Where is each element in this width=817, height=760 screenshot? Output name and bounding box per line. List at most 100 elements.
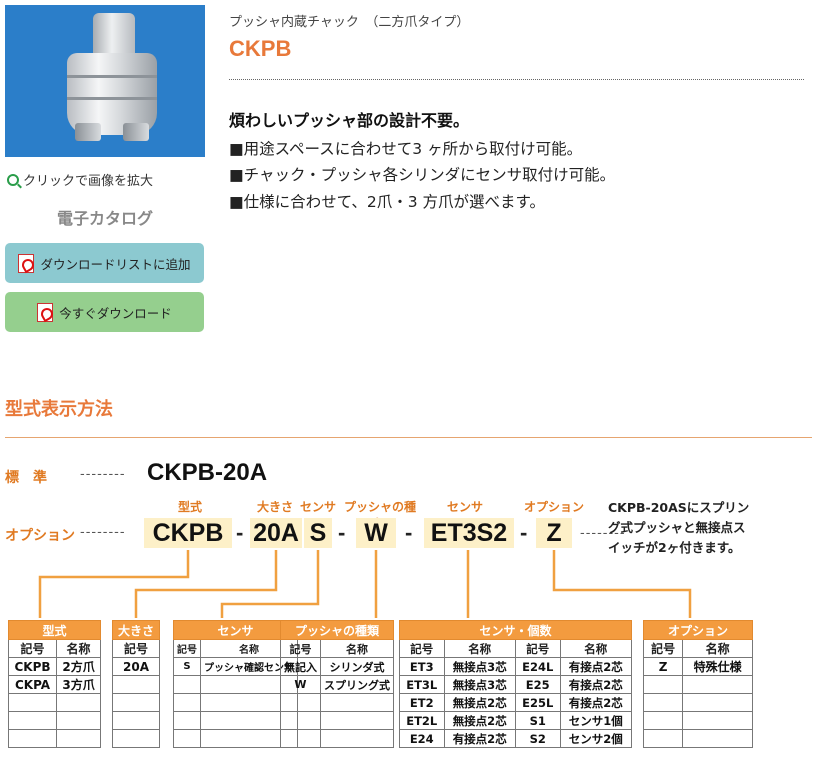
code-cell <box>7 693 58 712</box>
name-cell: スプリング式 <box>320 675 394 694</box>
col-code: 記号 <box>399 639 445 658</box>
name-cell: 3方爪 <box>56 675 101 694</box>
code-cell <box>642 711 684 730</box>
table-row: ET2 無接点2芯 E25L 有接点2芯 <box>399 693 633 712</box>
pusher-table: プッシャの種類 記号 名称 無記入 シリンダ式 W スプリング式 <box>280 620 394 748</box>
code-cell: 20A <box>112 657 160 676</box>
code-cell <box>642 729 684 748</box>
name-cell: 無接点2芯 <box>443 693 516 712</box>
sensor-qty-table: センサ・個数 記号 名称 記号 名称 ET3 無接点3芯 E24L 有接点2芯 ET3L 無接… <box>399 620 633 748</box>
name-cell <box>320 711 394 730</box>
table-row <box>7 711 101 730</box>
table-row: W スプリング式 <box>280 675 394 694</box>
name-cell <box>682 693 753 712</box>
col-name: 名称 <box>559 639 633 658</box>
table-row <box>642 729 753 748</box>
code-cell: E24L <box>514 657 561 676</box>
code-cell <box>642 693 684 712</box>
code-cell <box>112 711 160 730</box>
name-cell <box>320 729 394 748</box>
table-title: 大きさ <box>112 620 160 640</box>
code-cell: S1 <box>514 711 561 730</box>
table-row <box>173 693 298 712</box>
col-name: 名称 <box>320 639 394 658</box>
name-cell: 無接点3芯 <box>443 657 516 676</box>
code-cell <box>112 675 160 694</box>
code-cell: ET3L <box>399 675 445 694</box>
table-title: プッシャの種類 <box>280 620 394 640</box>
table-row: 無記入 シリンダ式 <box>280 657 394 676</box>
table-row: CKPB 2方爪 <box>7 657 101 676</box>
table-title: 型式 <box>8 620 101 640</box>
table-row: CKPA 3方爪 <box>7 675 101 694</box>
name-cell <box>320 693 394 712</box>
connector-sensor <box>220 550 320 618</box>
table-row: ET3L 無接点3芯 E25 有接点2芯 <box>399 675 633 694</box>
name-cell: 無接点3芯 <box>443 675 516 694</box>
table-row <box>173 675 298 694</box>
name-cell: 有接点2芯 <box>559 693 633 712</box>
code-cell <box>173 675 201 694</box>
table-title: オプション <box>643 620 753 640</box>
code-cell: Z <box>642 657 684 676</box>
code-cell: S2 <box>514 729 561 748</box>
table-row <box>7 693 101 712</box>
code-cell: E25L <box>514 693 561 712</box>
code-cell: W <box>280 675 321 694</box>
code-cell <box>173 711 201 730</box>
code-cell: ET2L <box>399 711 445 730</box>
table-row: E24 有接点2芯 S2 センサ2個 <box>399 729 633 748</box>
name-cell <box>682 711 753 730</box>
name-cell <box>682 729 753 748</box>
col-name: 名称 <box>56 639 101 658</box>
name-cell: 有接点2芯 <box>443 729 516 748</box>
table-row <box>112 675 160 694</box>
code-cell: E24 <box>399 729 445 748</box>
code-cell <box>173 693 201 712</box>
code-cell: ET2 <box>399 693 445 712</box>
code-cell <box>7 711 58 730</box>
name-cell: 有接点2芯 <box>559 675 633 694</box>
table-row <box>7 729 101 748</box>
code-cell <box>280 711 321 730</box>
code-cell: E25 <box>514 675 561 694</box>
name-cell: センサ1個 <box>559 711 633 730</box>
table-row: Z 特殊仕様 <box>642 657 753 676</box>
name-cell: 有接点2芯 <box>559 657 633 676</box>
table-row <box>280 729 394 748</box>
col-code: 記号 <box>173 639 201 658</box>
col-code: 記号 <box>280 639 321 658</box>
table-title: センサ <box>173 620 298 640</box>
name-cell <box>56 693 101 712</box>
table-row <box>280 711 394 730</box>
name-cell: シリンダ式 <box>320 657 394 676</box>
col-name: 名称 <box>682 639 753 658</box>
table-row <box>112 711 160 730</box>
table-title: センサ・個数 <box>399 620 632 640</box>
code-cell <box>173 729 201 748</box>
table-row <box>642 693 753 712</box>
col-code: 記号 <box>112 639 160 658</box>
name-cell: 特殊仕様 <box>682 657 753 676</box>
code-cell <box>112 693 160 712</box>
name-cell <box>56 729 101 748</box>
code-cell: S <box>173 657 201 676</box>
code-cell <box>112 729 160 748</box>
code-cell: CKPA <box>7 675 58 694</box>
table-row: 20A <box>112 657 160 676</box>
table-row: S プッシャ確認センサ <box>173 657 298 676</box>
table-row: ET2L 無接点2芯 S1 センサ1個 <box>399 711 633 730</box>
code-cell <box>280 693 321 712</box>
code-cell <box>642 675 684 694</box>
table-row <box>280 693 394 712</box>
col-code: 記号 <box>7 639 58 658</box>
size-table: 大きさ 記号 20A <box>112 620 160 748</box>
name-cell: 無接点2芯 <box>443 711 516 730</box>
name-cell <box>682 675 753 694</box>
connector-option <box>552 550 692 618</box>
code-cell: ET3 <box>399 657 445 676</box>
col-name: 名称 <box>443 639 516 658</box>
table-row <box>173 711 298 730</box>
name-cell: 2方爪 <box>56 657 101 676</box>
name-cell: センサ2個 <box>559 729 633 748</box>
